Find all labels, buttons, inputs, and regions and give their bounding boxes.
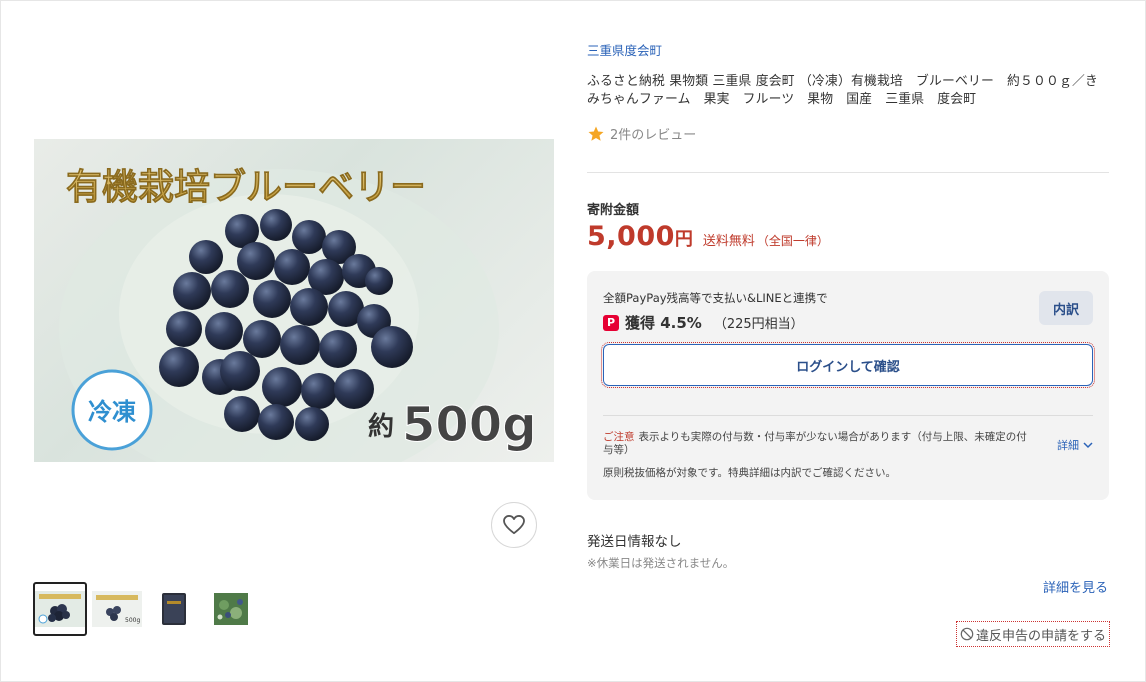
details-label: 詳細 [1057, 439, 1079, 452]
ship-note: ※休業日は発送されません。 [587, 556, 735, 570]
divider [587, 172, 1109, 173]
blueberry-photo: 有機栽培ブルーベリー 冷凍 約 500g [59, 166, 537, 462]
thumbnail-2[interactable]: 500g [90, 582, 144, 636]
point-benefit-box: 全額PayPay残高等で支払い&LINEと連携で P 獲得 4.5% （225円… [587, 271, 1109, 500]
prohibited-icon [960, 627, 974, 641]
benefit-row: P 獲得 4.5% （225円相当） [603, 312, 804, 333]
divider [603, 415, 1093, 416]
thumbnail-3[interactable] [147, 582, 201, 636]
caution-body: 表示よりも実際の付与数・付与率が少ない場合があります（付与上限、未確定の付与等） [603, 431, 1027, 456]
thumbnail-3-image [149, 591, 199, 627]
price-label: 寄附金額 [587, 203, 640, 218]
weight-value: 500g [402, 397, 537, 453]
thumbnail-strip: 500g [33, 582, 261, 636]
image-headline: 有機栽培ブルーベリー [66, 166, 426, 208]
price-row: 5,000 円 送料無料 （全国一律） [587, 221, 829, 252]
paypay-icon: P [603, 314, 619, 331]
review-count: 2件のレビュー [610, 128, 697, 143]
breakdown-button[interactable]: 内訳 [1039, 291, 1093, 325]
ship-date: 発送日情報なし [587, 534, 682, 550]
seller-link[interactable]: 三重県度会町 [587, 40, 662, 59]
frozen-badge-text: 冷凍 [88, 398, 136, 426]
svg-text:500g: 500g [125, 617, 140, 624]
main-product-image[interactable]: 有機栽培ブルーベリー 冷凍 約 500g [34, 139, 554, 462]
chevron-down-icon [1083, 441, 1093, 448]
weight-prefix: 約 [368, 411, 394, 442]
caution-details-toggle[interactable]: 詳細 [1057, 437, 1093, 453]
caution-text: ご注意 表示よりも実際の付与数・付与率が少ない場合があります（付与上限、未確定の付… [603, 431, 1033, 457]
thumbnail-1[interactable] [33, 582, 87, 636]
star-icon [588, 126, 604, 141]
heart-icon [503, 515, 525, 535]
favorite-button[interactable] [491, 502, 537, 548]
thumbnail-4-image [206, 591, 256, 627]
tax-note: 原則税抜価格が対象です。特典詳細は内訳でご確認ください。 [603, 467, 896, 479]
benefit-rate: 獲得 4.5% [625, 314, 702, 332]
benefit-caption: 全額PayPay残高等で支払い&LINEと連携で [603, 291, 828, 305]
shipping-note: （全国一律） [756, 234, 829, 248]
caution-title: ご注意 [603, 431, 635, 443]
shipping-free: 送料無料 [702, 234, 755, 249]
benefit-equivalent: （225円相当） [713, 317, 804, 332]
product-title: ふるさと納税 果物類 三重県 度会町 （冷凍）有機栽培 ブルーベリー 約５００ｇ… [587, 74, 1098, 107]
login-confirm-button[interactable]: ログインして確認 [601, 342, 1095, 388]
thumbnail-1-image [35, 591, 85, 627]
thumbnail-4[interactable] [204, 582, 258, 636]
report-violation-button[interactable]: 違反申告の申請をする [955, 621, 1110, 647]
price-unit: 円 [674, 229, 693, 250]
thumbnail-2-image: 500g [92, 591, 142, 627]
see-details-link[interactable]: 詳細を見る [1043, 577, 1108, 596]
price-value: 5,000 [587, 221, 675, 252]
review-link[interactable]: 2件のレビュー [587, 124, 696, 143]
report-label: 違反申告の申請をする [975, 628, 1106, 644]
